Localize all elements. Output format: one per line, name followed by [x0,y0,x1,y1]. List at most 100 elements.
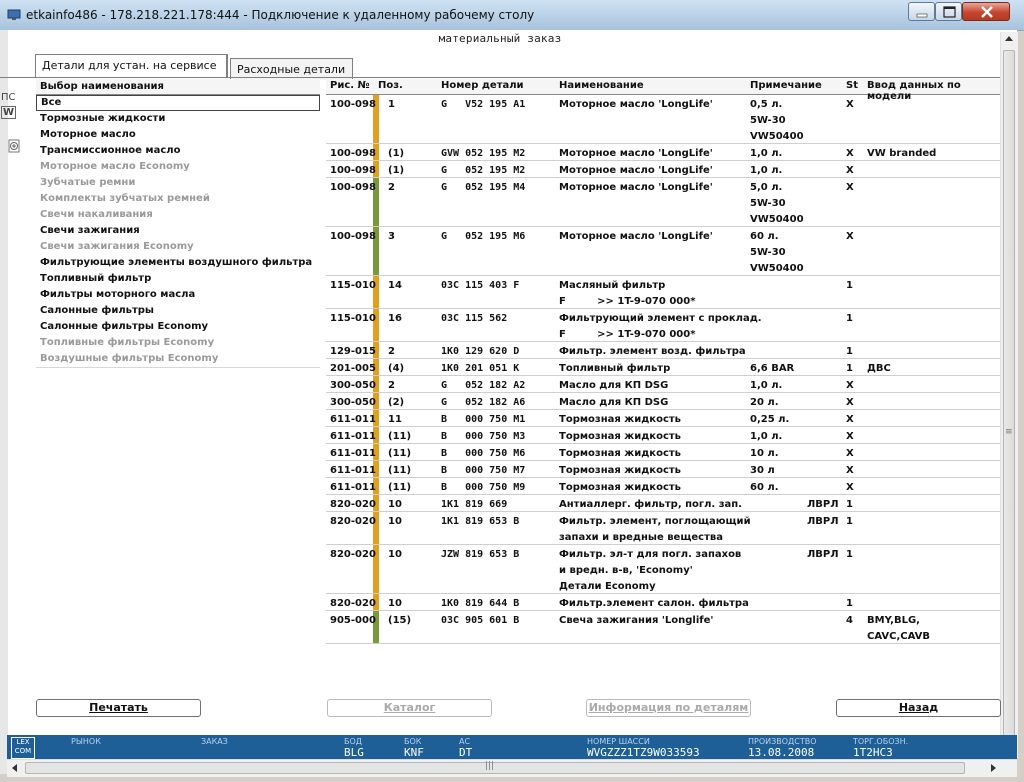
vertical-scroll-thumb[interactable] [1003,50,1015,740]
name-selection-item[interactable]: Топливные фильтры Economy [36,335,320,351]
cell-part-number: 1K1 819 653 B [441,516,520,527]
table-row[interactable]: 820-020 10 JZW 819 653 B Фильтр. эл-т для п… [326,545,1000,594]
minimize-button[interactable] [908,2,935,21]
table-row[interactable]: 100-098 (1) GVW 052 195 M2 Моторное масло '… [326,144,1000,161]
table-row[interactable]: 611-011 11 B 000 750 M1 Тормозная жидкость 0… [326,410,1000,427]
name-selection-item[interactable]: Салонные фильтры Economy [36,319,320,335]
cell-name: Тормозная жидкость [559,431,682,442]
cell-part-number: GVW 052 195 M2 [441,148,526,159]
table-row[interactable]: 905-000 (15) 03C 905 601 B Свеча зажигания … [326,611,1000,644]
col-part-number[interactable]: Номер детали [441,80,524,91]
horizontal-scrollbar[interactable]: ||| [7,759,1017,777]
name-selection-item[interactable]: Топливный фильтр [36,271,320,287]
table-row[interactable]: 100-098 3 G 052 195 M6 Моторное масло 'Long… [326,227,1000,276]
name-selection-item[interactable]: Все [36,95,320,111]
tab-divider [0,77,1000,78]
cell-part-number: B 000 750 M7 [441,465,526,476]
cell-name: Масло для КП DSG [559,380,669,391]
col-fig[interactable]: Рис. № [330,80,370,91]
col-name[interactable]: Наименование [559,80,644,91]
cell-name: Моторное масло 'LongLife' [559,148,713,159]
close-icon [981,6,993,18]
back-button[interactable]: Назад [836,699,1001,717]
name-selection-item[interactable]: Фильтры моторного масла [36,287,320,303]
scroll-right-icon[interactable] [991,764,996,772]
scroll-left-icon[interactable] [12,764,17,772]
cell-part-number: 03C 905 601 B [441,615,520,626]
table-row[interactable]: 611-011 (11) B 000 750 M6 Тормозная жидкост… [326,444,1000,461]
cell-model-data: VW branded [867,148,937,159]
cell-st: 1 [846,363,853,374]
cell-part-number: 1K0 201 051 K [441,363,520,374]
table-row[interactable]: 300-050 (2) G 052 182 A6 Масло для КП DSG 20… [326,393,1000,410]
cell-name: Фильтр.элемент салон. фильтра [559,598,749,609]
cell-st: 4 [846,615,853,626]
cell-st: X [846,465,854,476]
cell-name: Моторное масло 'LongLife' [559,231,713,242]
table-row[interactable]: 100-098 2 G 052 195 M4 Моторное масло 'Long… [326,178,1000,227]
cell-part-number: G 052 195 M6 [441,231,526,242]
cell-fig: 100-098 [330,231,376,242]
cell-fig: 100-098 [330,148,376,159]
table-row[interactable]: 611-011 (11) B 000 750 M3 Тормозная жидкост… [326,427,1000,444]
cell-fig: 611-011 [330,465,376,476]
maximize-button[interactable] [935,2,962,21]
name-selection-item[interactable]: Свечи зажигания [36,223,320,239]
horizontal-scroll-thumb[interactable] [25,762,965,774]
side-fragment-2: W [1,106,17,119]
name-selection-item[interactable]: Моторное масло Economy [36,159,320,175]
cell-name: Свеча зажигания 'Longlife' [559,615,714,626]
parts-table: Рис. № Поз. Номер детали Наименование Пр… [326,79,1000,644]
table-row[interactable]: 611-011 (11) B 000 750 M9 Тормозная жидкост… [326,478,1000,495]
parts-info-button[interactable]: Информация по деталям [586,699,751,717]
table-row[interactable]: 820-020 10 1K1 819 653 B Фильтр. элемент, п… [326,512,1000,545]
production-value: 13.08.2008 [748,746,815,759]
table-row[interactable]: 100-098 (1) G 052 195 M2 Моторное масло 'Lo… [326,161,1000,178]
cell-note: 5,0 л. [750,182,783,193]
table-row[interactable]: 300-050 2 G 052 182 A2 Масло для КП DSG 1,0 … [326,376,1000,393]
table-row[interactable]: 115-010 14 03C 115 403 F Масляный фильтр F >… [326,276,1000,309]
scroll-up-icon[interactable] [1005,36,1013,41]
table-body: 100-098 1 G V52 195 A1 Моторное масло 'Long… [326,95,1000,644]
cell-fig: 905-000 [330,615,376,626]
col-note[interactable]: Примечание [750,80,822,91]
name-selection-item[interactable]: Свечи зажигания Economy [36,239,320,255]
cell-note: 0,5 л. [750,99,783,110]
cell-note: ЛВРЛ [807,549,839,560]
name-selection-item[interactable]: Салонные фильтры [36,303,320,319]
name-selection-item[interactable]: Воздушные фильтры Economy [36,351,320,367]
name-selection-item[interactable]: Фильтрующие элементы воздушного фильтра [36,255,320,271]
table-row[interactable]: 115-010 16 03C 115 562 Фильтрующий элемент … [326,309,1000,342]
close-button[interactable] [962,2,1010,21]
expand-icon[interactable] [8,139,20,153]
cell-st: X [846,482,854,493]
table-row[interactable]: 129-015 2 1K0 129 620 D Фильтр. элемент воз… [326,342,1000,359]
name-selection-item[interactable]: Комплекты зубчатых ремней [36,191,320,207]
cell-fig: 100-098 [330,182,376,193]
table-row[interactable]: 820-020 10 1K0 819 644 B Фильтр.элемент сал… [326,594,1000,611]
cell-part-number: G 052 182 A6 [441,397,526,408]
vertical-scrollbar[interactable]: ≡ [1000,32,1018,758]
name-selection-item[interactable]: Зубчатые ремни [36,175,320,191]
cell-pos: (11) [388,431,412,442]
name-selection-item[interactable]: Моторное масло [36,127,320,143]
cell-fig: 820-020 [330,598,376,609]
table-row[interactable]: 611-011 (11) B 000 750 M7 Тормозная жидкост… [326,461,1000,478]
name-selection-item[interactable]: Трансмиссионное масло [36,143,320,159]
cell-st: X [846,148,854,159]
name-selection-item[interactable]: Свечи накаливания [36,207,320,223]
cell-part-number: G 052 195 M2 [441,165,526,176]
name-selection-item[interactable]: Тормозные жидкости [36,111,320,127]
table-row[interactable]: 100-098 1 G V52 195 A1 Моторное масло 'Long… [326,95,1000,144]
cell-pos: (1) [388,165,405,176]
col-st[interactable]: St [846,80,858,91]
table-row[interactable]: 201-005 (4) 1K0 201 051 K Топливный фильтр 6… [326,359,1000,376]
catalog-button[interactable]: Каталог [327,699,492,717]
cell-fig: 115-010 [330,313,376,324]
cell-st: X [846,380,854,391]
cell-fig: 611-011 [330,431,376,442]
tab-service-parts[interactable]: Детали для устан. на сервисе [35,54,228,77]
print-button[interactable]: Печатать [36,699,201,717]
col-pos[interactable]: Поз. [378,80,403,91]
table-row[interactable]: 820-020 10 1K1 819 669 Антиаллерг. фильтр, … [326,495,1000,512]
